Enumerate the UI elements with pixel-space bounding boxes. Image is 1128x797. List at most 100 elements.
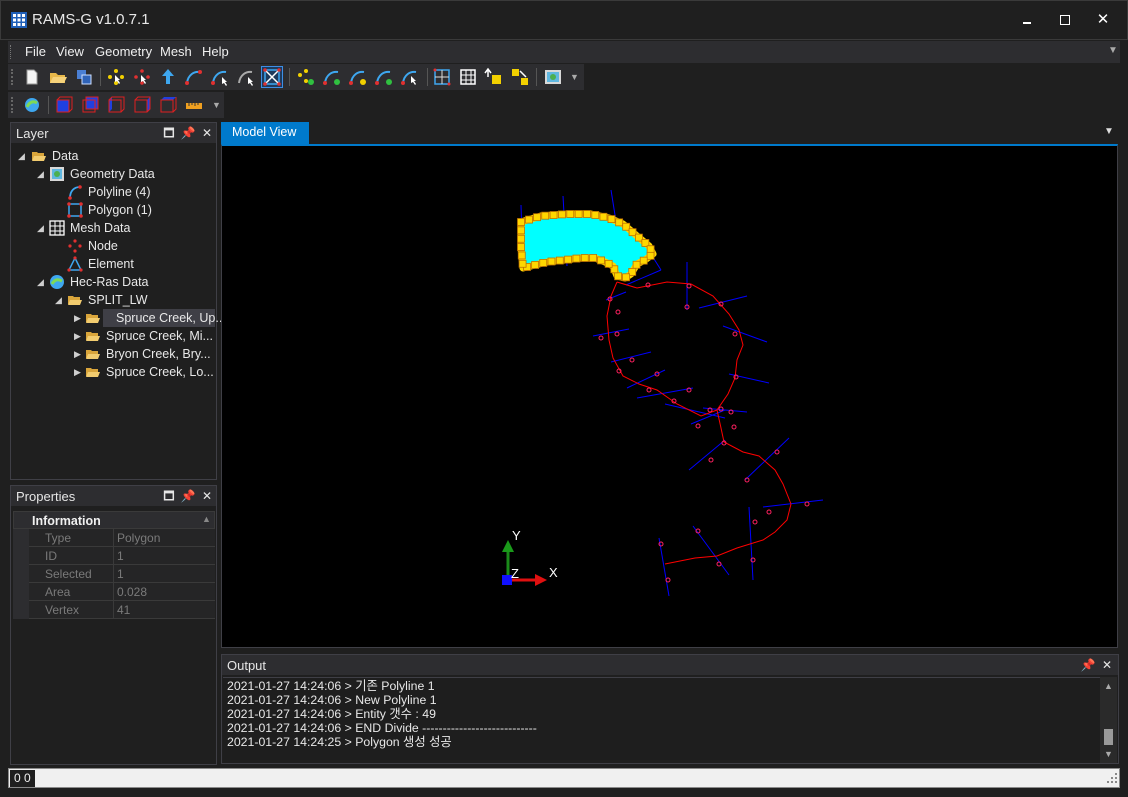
mesh-grid-button[interactable] (458, 67, 478, 87)
output-close-button[interactable]: ✕ (1099, 657, 1115, 673)
view-front-button[interactable] (54, 95, 74, 115)
draw-polyline-button[interactable] (184, 67, 204, 87)
expand-arrow-icon[interactable]: ▶ (74, 327, 84, 345)
log-line: 2021-01-27 14:24:06 > New Polyline 1 (227, 693, 437, 707)
tree-node-polyline[interactable]: Polyline (4) (11, 183, 215, 201)
collapse-arrow-icon[interactable]: ◢ (37, 273, 47, 291)
collapse-arrow-icon[interactable]: ◢ (18, 147, 28, 165)
select-polyline-button[interactable] (236, 67, 256, 87)
mesh-generate-icon (433, 68, 451, 86)
property-value: 1 (117, 567, 124, 581)
collapse-arrow-icon[interactable]: ◢ (37, 219, 47, 237)
line-select-button[interactable] (400, 67, 420, 87)
close-icon: ✕ (201, 489, 213, 503)
menu-help[interactable]: Help (202, 44, 229, 59)
property-row[interactable]: ID 1 (13, 547, 215, 565)
tree-node-data[interactable]: ◢ Data (11, 147, 215, 165)
node-tool-button[interactable] (296, 67, 316, 87)
tab-dropdown-icon[interactable]: ▼ (1104, 126, 1114, 137)
output-pin-button[interactable]: 📌 (1080, 657, 1096, 673)
tree-node-spruce-creek-up-icons: ▶ (11, 309, 103, 327)
properties-float-button[interactable]: 🗖 (161, 488, 177, 504)
scroll-thumb[interactable] (1104, 729, 1113, 745)
tree-node-node[interactable]: Node (11, 237, 215, 255)
maximize-icon (1060, 15, 1070, 25)
view-left-button[interactable] (106, 95, 126, 115)
line-add-button[interactable] (322, 67, 342, 87)
tab-model-view[interactable]: Model View (221, 122, 309, 144)
tree-node-element[interactable]: Element (11, 255, 215, 273)
scroll-up-icon[interactable]: ▲ (1104, 681, 1113, 691)
output-scrollbar[interactable]: ▲ ▼ (1100, 677, 1117, 763)
move-up-button[interactable] (158, 67, 178, 87)
tree-node-mesh-data[interactable]: ◢ Mesh Data (11, 219, 215, 237)
expand-arrow-icon[interactable]: ▶ (74, 309, 84, 327)
scroll-down-icon[interactable]: ▼ (1104, 749, 1113, 759)
tree-node-spruce-creek-mi[interactable]: ▶ Spruce Creek, Mi... (11, 327, 215, 345)
add-point-button[interactable] (106, 67, 126, 87)
property-row[interactable]: Area 0.028 (13, 583, 215, 601)
property-row[interactable]: Selected 1 (13, 565, 215, 583)
tree-node-spruce-creek-lo[interactable]: ▶ Spruce Creek, Lo... (11, 363, 215, 381)
menubar-grip[interactable] (10, 45, 13, 59)
mesh-generate-button[interactable] (432, 67, 452, 87)
tree-node-split-lw[interactable]: ◢ SPLIT_LW (11, 291, 215, 309)
minimize-button[interactable] (1015, 9, 1039, 31)
tree-node-hecras-data[interactable]: ◢ Hec-Ras Data (11, 273, 215, 291)
menu-geometry[interactable]: Geometry (95, 44, 152, 59)
expand-arrow-icon[interactable]: ▶ (74, 345, 84, 363)
view-back-button[interactable] (80, 95, 100, 115)
toolbar-grip[interactable] (11, 69, 14, 85)
collapse-arrow-icon[interactable]: ◢ (37, 165, 47, 183)
polygon-feature[interactable] (517, 210, 657, 282)
close-icon: ✕ (201, 126, 213, 140)
layer-close-button[interactable]: ✕ (199, 125, 215, 141)
collapse-arrow-icon[interactable]: ▲ (202, 514, 211, 524)
line-merge-button[interactable] (374, 67, 394, 87)
layer-float-button[interactable]: 🗖 (161, 125, 177, 141)
line-edit-button[interactable] (348, 67, 368, 87)
menu-mesh[interactable]: Mesh (160, 44, 192, 59)
measure-button[interactable] (184, 95, 204, 115)
output-log[interactable]: 2021-01-27 14:24:06 > 기존 Polyline 1 2021… (223, 677, 1100, 763)
layer-pin-button[interactable]: 📌 (180, 125, 196, 141)
toolbar-grip[interactable] (11, 97, 14, 113)
select-point-button[interactable] (132, 67, 152, 87)
model-viewport[interactable]: Y X Z (221, 144, 1118, 648)
property-category[interactable]: Information ▲ (13, 511, 215, 529)
collapse-arrow-icon[interactable]: ◢ (55, 291, 65, 309)
menu-overflow-icon[interactable]: ▼ (1108, 45, 1118, 56)
property-row[interactable]: Type Polygon (13, 529, 215, 547)
title-bar: RAMS-G v1.0.7.1 ✕ (0, 0, 1128, 40)
window-title: RAMS-G v1.0.7.1 (32, 11, 150, 28)
expand-arrow-icon[interactable]: ▶ (74, 363, 84, 381)
properties-close-button[interactable]: ✕ (199, 488, 215, 504)
maximize-button[interactable] (1053, 9, 1077, 31)
map-button[interactable] (543, 67, 563, 87)
resize-grip-icon[interactable] (1107, 773, 1117, 783)
refresh-button[interactable] (22, 95, 42, 115)
property-row[interactable]: Vertex 41 (13, 601, 215, 619)
close-button[interactable]: ✕ (1091, 9, 1115, 31)
save-button[interactable] (74, 67, 94, 87)
tree-node-bryon-creek[interactable]: ▶ Bryon Creek, Bry... (11, 345, 215, 363)
tree-node-polygon[interactable]: Polygon (1) (11, 201, 215, 219)
view-top-button[interactable] (158, 95, 178, 115)
properties-pin-button[interactable]: 📌 (180, 488, 196, 504)
properties-panel: Properties 🗖 📌 ✕ Information ▲ Type Polyg… (10, 485, 217, 765)
tree-node-geometry-data[interactable]: ◢ Geometry Data (11, 165, 215, 183)
open-file-button[interactable] (48, 67, 68, 87)
model-scene[interactable]: Y X Z (222, 146, 1117, 648)
polygon-tool-button[interactable] (261, 66, 283, 88)
import-button[interactable] (484, 67, 504, 87)
menu-file[interactable]: File (25, 44, 46, 59)
export-button[interactable] (510, 67, 530, 87)
tree-node-spruce-creek-up[interactable]: Spruce Creek, Up... (103, 309, 226, 327)
toolbar-overflow-icon[interactable]: ▼ (570, 72, 579, 82)
view-right-button[interactable] (132, 95, 152, 115)
log-line: 2021-01-27 14:24:06 > Entity 갯수 : 49 (227, 707, 436, 721)
edit-polyline-button[interactable] (210, 67, 230, 87)
toolbar-overflow-icon[interactable]: ▼ (212, 100, 221, 110)
new-file-button[interactable] (22, 67, 42, 87)
menu-view[interactable]: View (56, 44, 84, 59)
